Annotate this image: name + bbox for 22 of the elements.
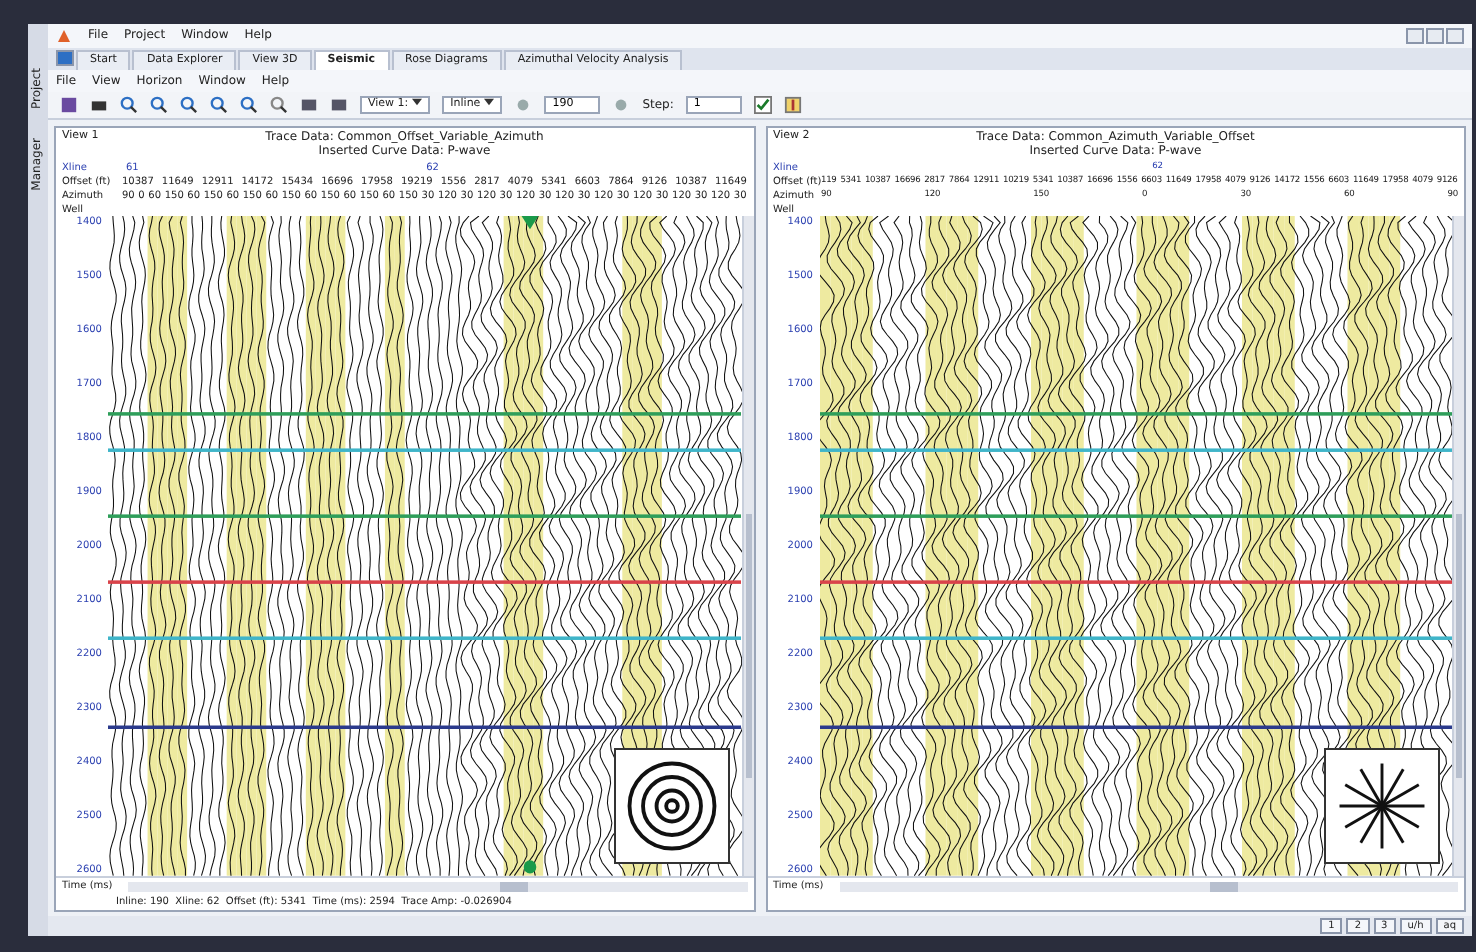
- zoom-reset-icon[interactable]: [270, 95, 288, 114]
- zoom-y-icon[interactable]: [240, 95, 258, 114]
- cursor-dot-icon: [523, 860, 537, 874]
- zoom-x-icon[interactable]: [210, 95, 228, 114]
- caret-icon: [412, 98, 423, 107]
- horizontal-scrollbar[interactable]: [128, 881, 747, 891]
- horizontal-scrollbar[interactable]: [839, 881, 1458, 891]
- caret-icon: [484, 98, 495, 107]
- star-lines-icon: [1324, 748, 1440, 864]
- app-logo-icon: [56, 28, 72, 44]
- zoom-out-icon[interactable]: [180, 95, 198, 114]
- scrollbar-thumb[interactable]: [1456, 513, 1462, 778]
- scrollbar-thumb[interactable]: [1210, 881, 1239, 891]
- vertical-scrollbar[interactable]: [1452, 216, 1464, 876]
- scrollbar-thumb[interactable]: [745, 513, 751, 778]
- concentric-circles-icon: [613, 748, 729, 864]
- well-icon[interactable]: [783, 95, 802, 114]
- scrollbar-thumb[interactable]: [499, 881, 528, 891]
- zoom-in-icon[interactable]: [150, 95, 168, 114]
- vertical-scrollbar[interactable]: [741, 216, 753, 876]
- checkbox[interactable]: [753, 95, 772, 114]
- zoom-icon[interactable]: [120, 95, 138, 114]
